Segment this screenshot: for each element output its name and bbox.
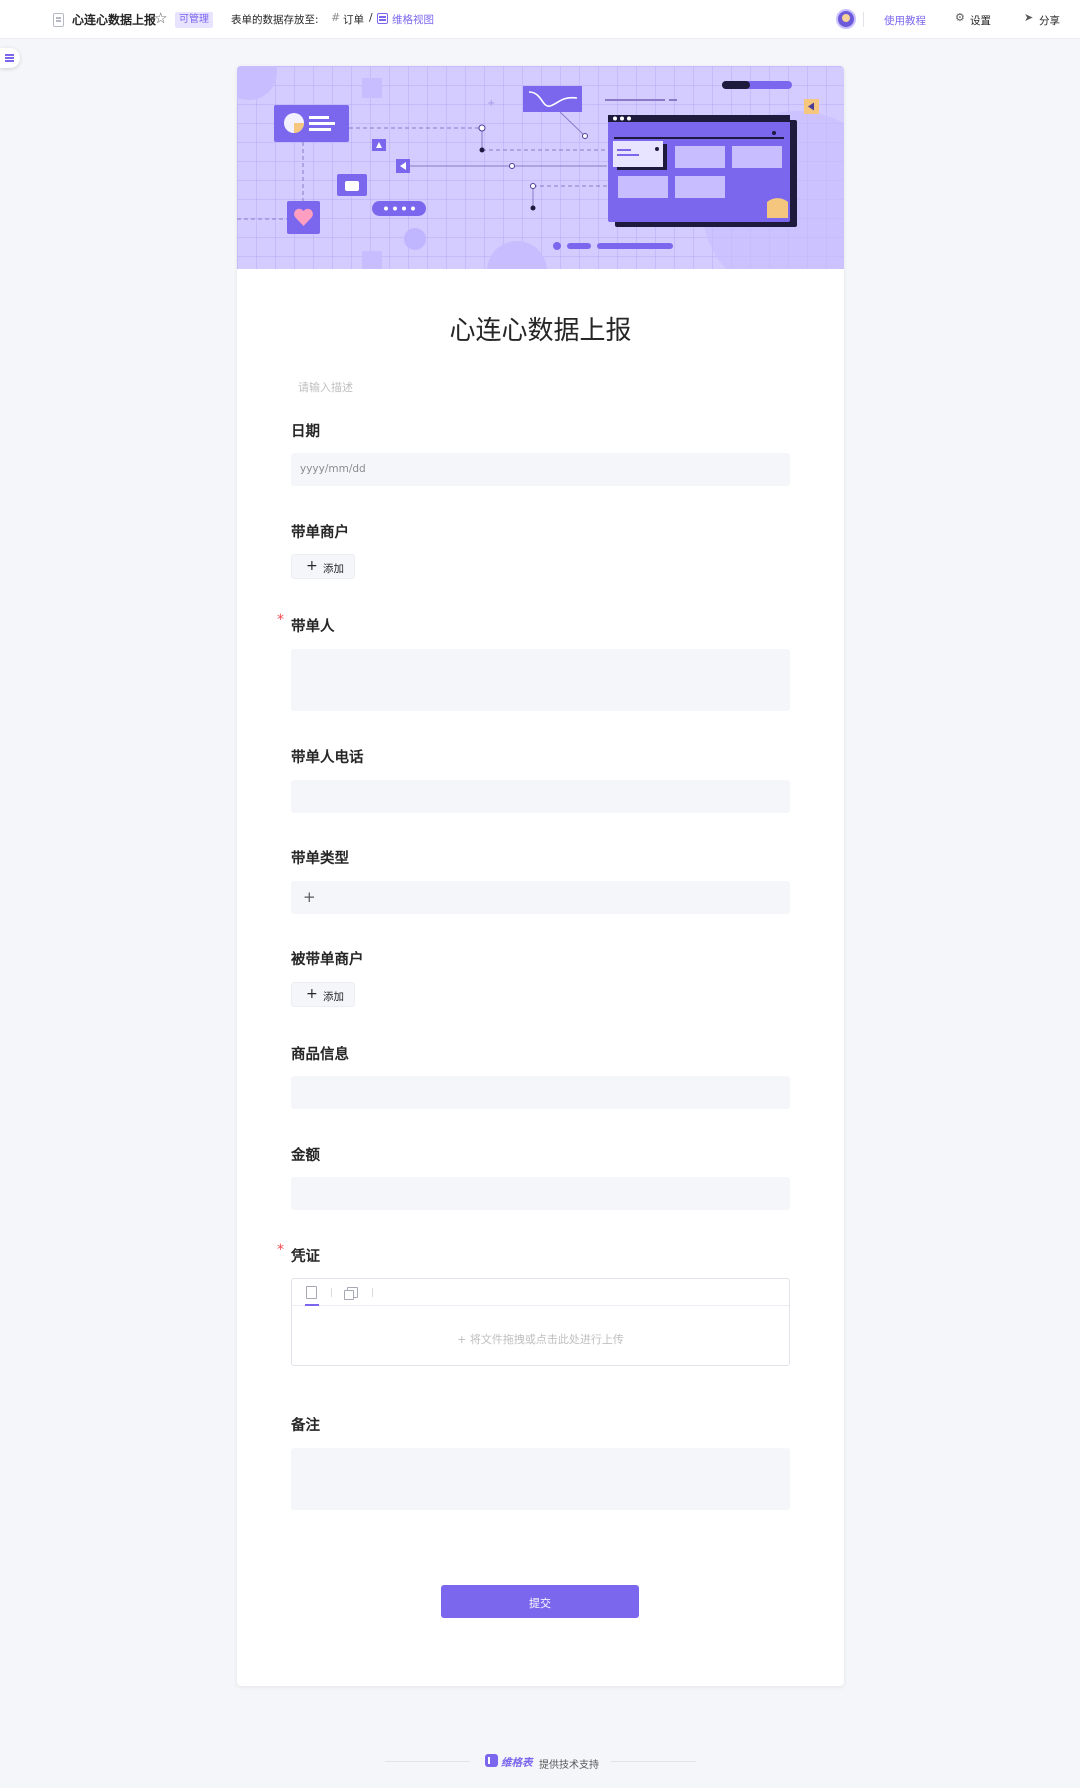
brand-logo-icon: [485, 1754, 498, 1767]
active-tab-indicator: [305, 1304, 319, 1306]
breadcrumb-separator: /: [369, 12, 373, 24]
top-bar: 心连心数据上报 ☆ 可管理 表单的数据存放至: # 订单 / 维格视图 使用教程…: [0, 0, 1080, 39]
form-title: 心连心数据上报: [449, 316, 632, 346]
person-field[interactable]: [291, 649, 790, 711]
voucher-upload-area[interactable]: + 将文件拖拽或点击此处进行上传: [291, 1278, 790, 1366]
tutorial-link[interactable]: 使用教程: [884, 13, 926, 28]
view-link[interactable]: 维格视图: [392, 12, 434, 27]
product-field[interactable]: [291, 1076, 790, 1109]
user-avatar[interactable]: [836, 9, 856, 29]
settings-button[interactable]: 设置: [970, 13, 991, 28]
add-label: 添加: [323, 563, 344, 575]
footer-divider: [611, 1761, 696, 1762]
voucher-label: 凭证: [291, 1249, 320, 1265]
amount-field[interactable]: [291, 1177, 790, 1210]
plus-icon: +: [303, 888, 316, 906]
date-placeholder: yyyy/mm/dd: [300, 463, 366, 475]
form-doc-icon: [53, 13, 64, 27]
tab-separator: [331, 1288, 332, 1297]
type-label: 带单类型: [291, 851, 349, 867]
remark-label: 备注: [291, 1418, 320, 1434]
target-merchant-label: 被带单商户: [291, 952, 364, 968]
topbar-divider: [863, 12, 864, 27]
type-field[interactable]: +: [291, 881, 790, 914]
grid-view-icon: [377, 13, 388, 24]
date-field[interactable]: yyyy/mm/dd: [291, 453, 790, 486]
form-name[interactable]: 心连心数据上报: [72, 11, 156, 28]
remark-field[interactable]: [291, 1448, 790, 1510]
datasheet-link[interactable]: 订单: [343, 12, 364, 27]
footer-divider: [385, 1761, 470, 1762]
svg-text:+: +: [487, 98, 495, 109]
merchant-add-button[interactable]: + 添加: [291, 554, 355, 579]
star-icon[interactable]: ☆: [154, 9, 167, 27]
form-banner: +: [237, 66, 844, 301]
footer-text: 提供技术支持: [539, 1760, 599, 1771]
description-input[interactable]: 请输入描述: [298, 379, 353, 395]
sidebar-toggle-button[interactable]: [0, 48, 20, 68]
paste-icon[interactable]: [344, 1287, 358, 1300]
required-marker: *: [277, 612, 284, 628]
file-upload-icon[interactable]: [306, 1286, 317, 1299]
upload-hint: + 将文件拖拽或点击此处进行上传: [457, 1333, 624, 1346]
merchant-label: 带单商户: [291, 525, 349, 541]
submit-label: 提交: [529, 1598, 551, 1610]
send-icon[interactable]: ➤: [1024, 11, 1033, 24]
permission-badge: 可管理: [175, 12, 213, 28]
plus-icon: +: [306, 986, 318, 1002]
add-label: 添加: [323, 991, 344, 1003]
upload-tabs: [292, 1279, 789, 1306]
data-destination-label: 表单的数据存放至:: [231, 14, 319, 26]
amount-label: 金额: [291, 1148, 320, 1164]
required-marker: *: [277, 1242, 284, 1258]
submit-button[interactable]: 提交: [441, 1585, 639, 1618]
phone-field[interactable]: [291, 780, 790, 813]
datasheet-icon: #: [331, 11, 341, 24]
tab-separator: [372, 1288, 373, 1297]
person-label: 带单人: [291, 619, 335, 635]
date-label: 日期: [291, 424, 320, 440]
gear-icon[interactable]: ⚙: [955, 11, 965, 24]
share-button[interactable]: 分享: [1039, 13, 1060, 28]
form-card: + 心连心数据上报 请输入描述 日期 yyyy/mm/dd 带单商户 + 添加 …: [237, 66, 844, 1686]
plus-icon: +: [306, 558, 318, 574]
banner-illustration: +: [237, 66, 844, 301]
footer-brand[interactable]: 维格表: [501, 1755, 533, 1770]
target-merchant-add-button[interactable]: + 添加: [291, 982, 355, 1007]
product-label: 商品信息: [291, 1047, 349, 1063]
phone-label: 带单人电话: [291, 750, 364, 766]
menu-icon: [5, 54, 14, 56]
